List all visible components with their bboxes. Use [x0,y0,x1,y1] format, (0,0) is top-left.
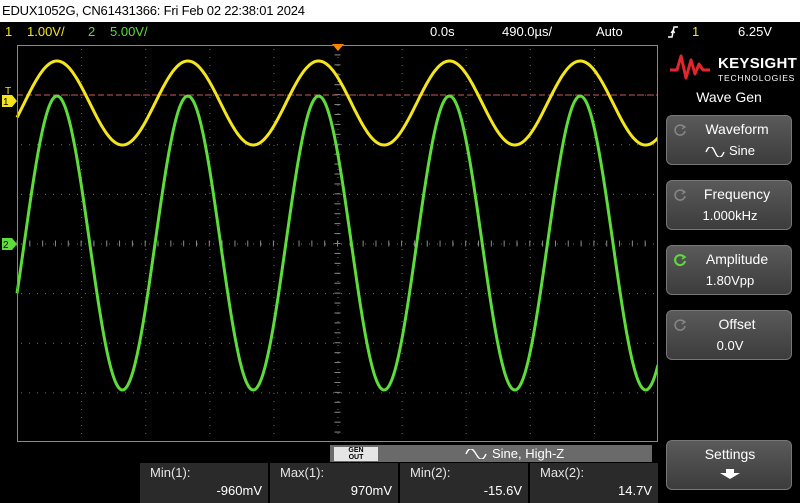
softkey-label: Amplitude [705,251,769,267]
keysight-logo: KEYSIGHT TECHNOLOGIES [668,50,798,86]
softkey-value: 1.000kHz [702,208,758,223]
softkey-offset[interactable]: Offset 0.0V [666,310,792,360]
wavegen-info-bar: GEN OUT Sine, High-Z [330,445,652,462]
measurement-min-1: Min(1): -960mV [140,463,269,503]
measurement-value: -15.6V [483,483,522,498]
gen-out-line1: GEN [348,447,364,454]
time-scale[interactable]: 490.0µs/ [502,22,552,42]
softkey-amplitude[interactable]: Amplitude 1.80Vpp [666,245,792,295]
measurement-max-2: Max(2): 14.7V [530,463,659,503]
softkey-value: 1.80Vpp [705,273,755,288]
trigger-level[interactable]: 6.25V [738,22,772,42]
menu-title: Wave Gen [696,89,762,105]
ch2-marker-label: 2 [3,240,9,251]
sine-wave-icon [465,449,487,459]
softkey-value-text: Sine [728,143,756,158]
ch2-number[interactable]: 2 [88,22,95,42]
sine-wave-icon [705,145,725,158]
keysight-wave-icon [670,54,710,80]
window-title: EDUX1052G, CN61431366: Fri Feb 02 22:38:… [0,0,800,22]
measurement-name: Max(1): [280,465,325,480]
measurement-name: Min(2): [410,465,451,480]
trigger-channel[interactable]: 1 [692,22,699,42]
softkey-settings[interactable]: Settings [666,440,792,490]
time-delay[interactable]: 0.0s [430,22,455,42]
measurement-min-2: Min(2): -15.6V [400,463,529,503]
measurement-value: 14.7V [618,483,652,498]
measurement-max-1: Max(1): 970mV [270,463,399,503]
down-arrow-icon [720,469,740,479]
waveform-display[interactable]: 1 T 2 [0,42,658,444]
gen-out-line2: OUT [348,454,364,461]
trigger-mode[interactable]: Auto [596,22,623,42]
measurement-value: -960mV [216,483,262,498]
softkey-label: Offset [718,316,756,332]
softkey-value: 0.0V [716,338,744,353]
measurement-value: 970mV [350,483,392,498]
bottom-info-strip: GEN OUT Sine, High-Z [0,444,658,463]
measurement-name: Min(1): [150,465,191,480]
softkey-label: Frequency [703,186,771,202]
softkey-panel: KEYSIGHT TECHNOLOGIES Wave Gen Waveform … [658,42,800,503]
softkey-value [667,468,793,483]
ch1-number[interactable]: 1 [5,22,12,42]
softkey-label: Settings [704,446,756,462]
softkey-value: Sine [667,143,793,158]
status-bar: 1 1.00V/ 2 5.00V/ 0.0s 490.0µs/ Auto 1 6… [0,22,800,42]
trigger-marker-label: T [5,86,11,97]
ch1-scale[interactable]: 1.00V/ [27,22,65,42]
ch2-scale[interactable]: 5.00V/ [110,22,148,42]
brand-name: KEYSIGHT [718,55,798,72]
softkey-frequency[interactable]: Frequency 1.000kHz [666,180,792,230]
ch1-marker-label: 1 [3,97,9,108]
wavegen-info-text: Sine, High-Z [492,446,565,461]
brand-subtitle: TECHNOLOGIES [718,73,796,83]
softkey-label: Waveform [705,121,769,137]
softkey-waveform[interactable]: Waveform Sine [666,115,792,165]
gen-out-badge: GEN OUT [334,447,378,461]
graticule-border [17,45,658,442]
measurement-name: Max(2): [540,465,585,480]
